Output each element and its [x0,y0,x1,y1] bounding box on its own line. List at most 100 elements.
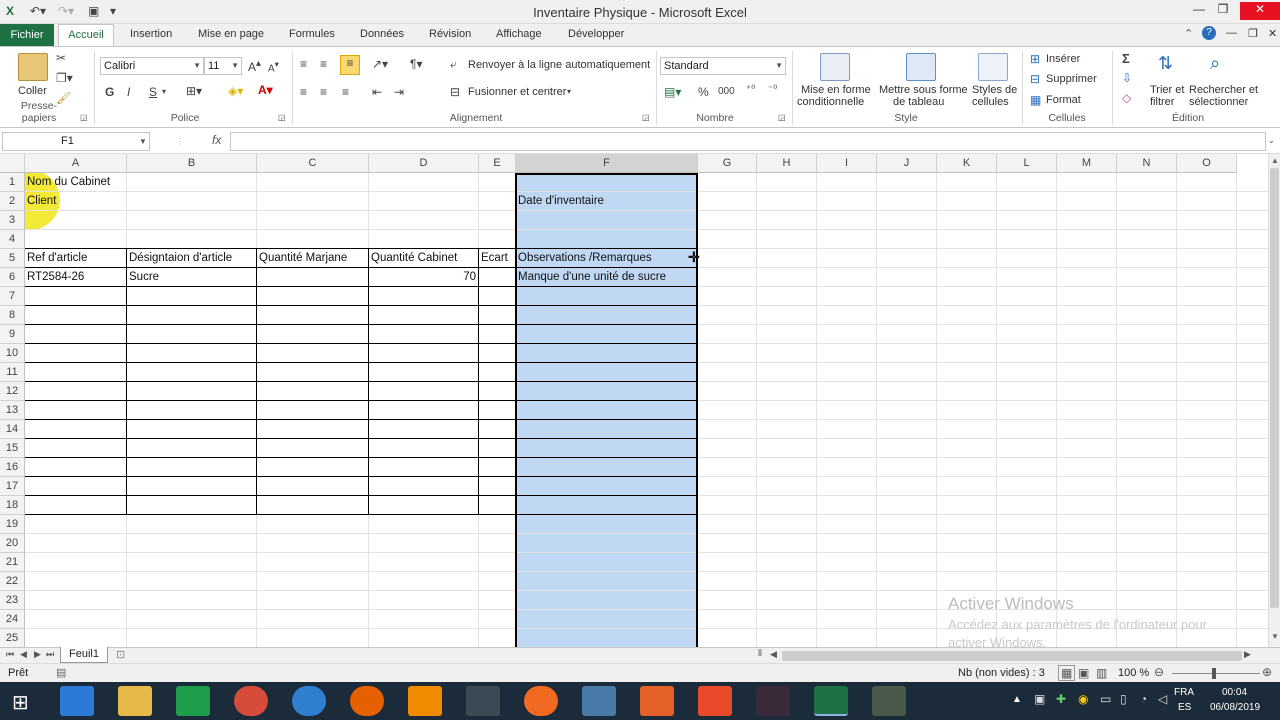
column-header-e[interactable]: E [479,154,516,173]
find-select-label-2[interactable]: sélectionner [1189,96,1248,108]
app-icon[interactable] [872,686,906,716]
align-left-icon[interactable]: ≡ [300,85,307,99]
cut-icon[interactable]: ✂ [56,51,66,65]
horizontal-scroll-thumb[interactable] [782,651,1242,661]
chrome-icon[interactable] [234,686,268,716]
help-icon[interactable]: ? [1202,26,1216,40]
column-header-h[interactable]: H [757,154,817,173]
clock-date[interactable]: 06/08/2019 [1210,702,1260,713]
app-icon[interactable] [640,686,674,716]
ribbon-collapse-icon[interactable]: ⌃ [1184,27,1193,40]
autosum-icon[interactable]: Σ [1122,51,1130,66]
paste-icon[interactable] [18,53,48,81]
alignment-launcher-icon[interactable]: ◲ [642,113,650,122]
cell-e5[interactable]: Ecart [479,249,508,267]
first-sheet-icon[interactable]: ⏮ [6,649,14,660]
formula-input[interactable] [230,132,1266,151]
align-top-icon[interactable]: ≡ [300,57,307,71]
tray-app-icon[interactable]: ▣ [1034,692,1045,706]
row-header-9[interactable]: 9 [0,325,25,344]
tray-expand-icon[interactable]: ▲ [1012,694,1022,705]
page-layout-view-icon[interactable]: ▣ [1078,666,1089,680]
scroll-left-icon[interactable]: ◀ [770,649,777,660]
align-bottom-icon[interactable]: ≡ [340,55,360,75]
row-header-20[interactable]: 20 [0,534,25,553]
column-header-k[interactable]: K [937,154,997,173]
find-select-label-1[interactable]: Rechercher et [1189,84,1258,96]
number-format-combo[interactable]: Standard ▼ [660,57,786,75]
format-cells-button[interactable]: Format [1046,94,1081,106]
row-header-18[interactable]: 18 [0,496,25,515]
language-es[interactable]: ES [1178,702,1191,713]
cell-styles-label-1[interactable]: Styles de [972,84,1017,96]
cell-f6[interactable]: Manque d'une unité de sucre [516,268,666,286]
align-right-icon[interactable]: ≡ [342,85,349,99]
font-launcher-icon[interactable]: ◲ [278,113,286,122]
zoom-slider-thumb[interactable] [1212,668,1216,679]
cell-b6[interactable]: Sucre [127,268,159,286]
row-header-25[interactable]: 25 [0,629,25,647]
row-header-15[interactable]: 15 [0,439,25,458]
row-header-22[interactable]: 22 [0,572,25,591]
name-box[interactable]: F1 [2,132,150,151]
restore-button[interactable]: ❐ [1212,2,1234,20]
cell-b5[interactable]: Désigntaion d'article [127,249,232,267]
row-header-24[interactable]: 24 [0,610,25,629]
font-color-icon[interactable]: A▾ [258,83,273,97]
accounting-icon[interactable]: ▤▾ [664,85,681,99]
cell-f2[interactable]: Date d'inventaire [516,192,604,210]
normal-view-icon[interactable]: ▦ [1058,665,1076,681]
text-direction-icon[interactable]: ¶▾ [410,57,422,71]
hscroll-split-icon[interactable]: ⦀ [758,648,762,659]
prev-sheet-icon[interactable]: ◀ [20,649,27,660]
app-icon[interactable] [292,686,326,716]
tab-developer[interactable]: Développer [568,28,624,40]
row-header-4[interactable]: 4 [0,230,25,249]
ribbon-close-icon[interactable]: ✕ [1268,27,1277,40]
chevron-down-icon[interactable]: ▼ [139,137,147,146]
vlc-icon[interactable] [408,686,442,716]
tab-home[interactable]: Accueil [58,24,114,47]
column-header-i[interactable]: I [817,154,877,173]
scroll-right-icon[interactable]: ▶ [1244,649,1251,660]
tab-view[interactable]: Affichage [496,28,542,40]
firefox-icon[interactable] [350,686,384,716]
conditional-format-icon[interactable] [820,53,850,81]
app-icon[interactable] [698,686,732,716]
column-header-o[interactable]: O [1177,154,1237,173]
macro-record-icon[interactable]: ▤ [56,666,66,679]
internet-explorer-icon[interactable] [60,686,94,716]
tray-device-icon[interactable]: ▭ [1100,692,1111,706]
decrease-indent-icon[interactable]: ⇤ [372,85,382,99]
cell-d5[interactable]: Quantité Cabinet [369,249,457,267]
row-header-7[interactable]: 7 [0,287,25,306]
shrink-font-icon[interactable]: A▾ [268,59,279,74]
sort-filter-icon[interactable]: ⇅ [1158,53,1173,74]
zoom-level[interactable]: 100 % [1118,667,1149,679]
column-header-l[interactable]: L [997,154,1057,173]
clipboard-launcher-icon[interactable]: ◲ [80,113,88,122]
font-name-combo[interactable]: Calibri ▼ [100,57,204,75]
cell-c5[interactable]: Quantité Marjane [257,249,347,267]
row-header-21[interactable]: 21 [0,553,25,572]
italic-button[interactable]: I [127,85,130,99]
column-header-a[interactable]: A [25,154,127,173]
align-center-icon[interactable]: ≡ [320,85,327,99]
cell-styles-icon[interactable] [978,53,1008,81]
chevron-down-icon[interactable]: ▾ [162,87,166,96]
borders-icon[interactable]: ⊞▾ [186,84,202,98]
row-header-10[interactable]: 10 [0,344,25,363]
zoom-in-icon[interactable]: ⊕ [1262,665,1272,679]
cell-styles-label-2[interactable]: cellules [972,96,1009,108]
row-header-2[interactable]: 2 [0,192,25,211]
scroll-up-icon[interactable]: ▲ [1271,156,1279,165]
fill-icon[interactable]: ⇩ [1122,71,1132,85]
increase-decimal-icon[interactable]: ⁺⁰ [746,84,755,95]
app-icon[interactable] [466,686,500,716]
bold-button[interactable]: G [105,85,114,99]
row-header-14[interactable]: 14 [0,420,25,439]
volume-icon[interactable]: ◁ [1158,692,1167,706]
underline-button[interactable]: S [149,85,157,99]
windows-start-icon[interactable]: ⊞ [12,690,29,715]
row-header-23[interactable]: 23 [0,591,25,610]
